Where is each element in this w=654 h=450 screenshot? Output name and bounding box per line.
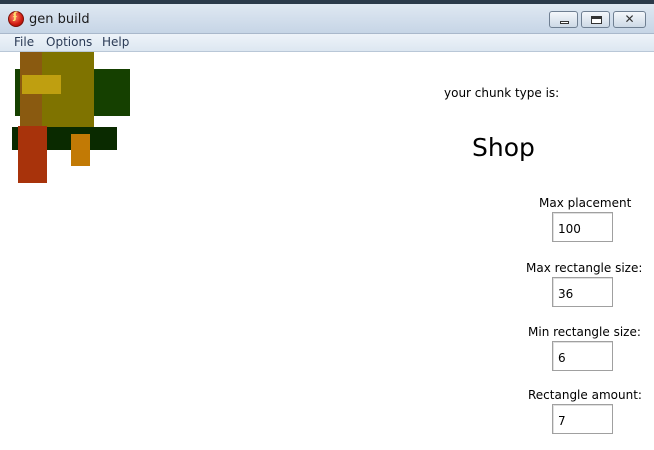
chunk-type-value: Shop (472, 133, 535, 162)
min-rect-size-label: Min rectangle size: (528, 325, 641, 339)
max-placement-label: Max placement (539, 196, 632, 210)
min-rect-size-input[interactable] (552, 341, 613, 371)
rect-amount-label: Rectangle amount: (528, 388, 642, 402)
menu-bar: File Options Help (0, 34, 654, 52)
close-icon: ✕ (624, 12, 635, 26)
menu-help[interactable]: Help (102, 35, 129, 49)
generated-rectangle (71, 134, 90, 166)
maximize-icon (591, 16, 602, 24)
close-button[interactable]: ✕ (613, 11, 646, 28)
minimize-button[interactable] (549, 11, 578, 28)
minimize-icon (560, 21, 569, 24)
menu-file[interactable]: File (14, 35, 34, 49)
maximize-button[interactable] (581, 11, 610, 28)
max-placement-input[interactable] (552, 212, 613, 242)
chunk-type-label: your chunk type is: (444, 86, 560, 100)
max-rect-size-input[interactable] (552, 277, 613, 307)
title-bar[interactable]: ʄ gen build ✕ (0, 4, 654, 34)
generated-rectangle (18, 126, 47, 183)
generated-rectangle (22, 75, 61, 94)
app-icon: ʄ (8, 11, 24, 27)
menu-options[interactable]: Options (46, 35, 92, 49)
max-rect-size-label: Max rectangle size: (526, 261, 643, 275)
window-title: gen build (29, 12, 90, 27)
rect-amount-input[interactable] (552, 404, 613, 434)
